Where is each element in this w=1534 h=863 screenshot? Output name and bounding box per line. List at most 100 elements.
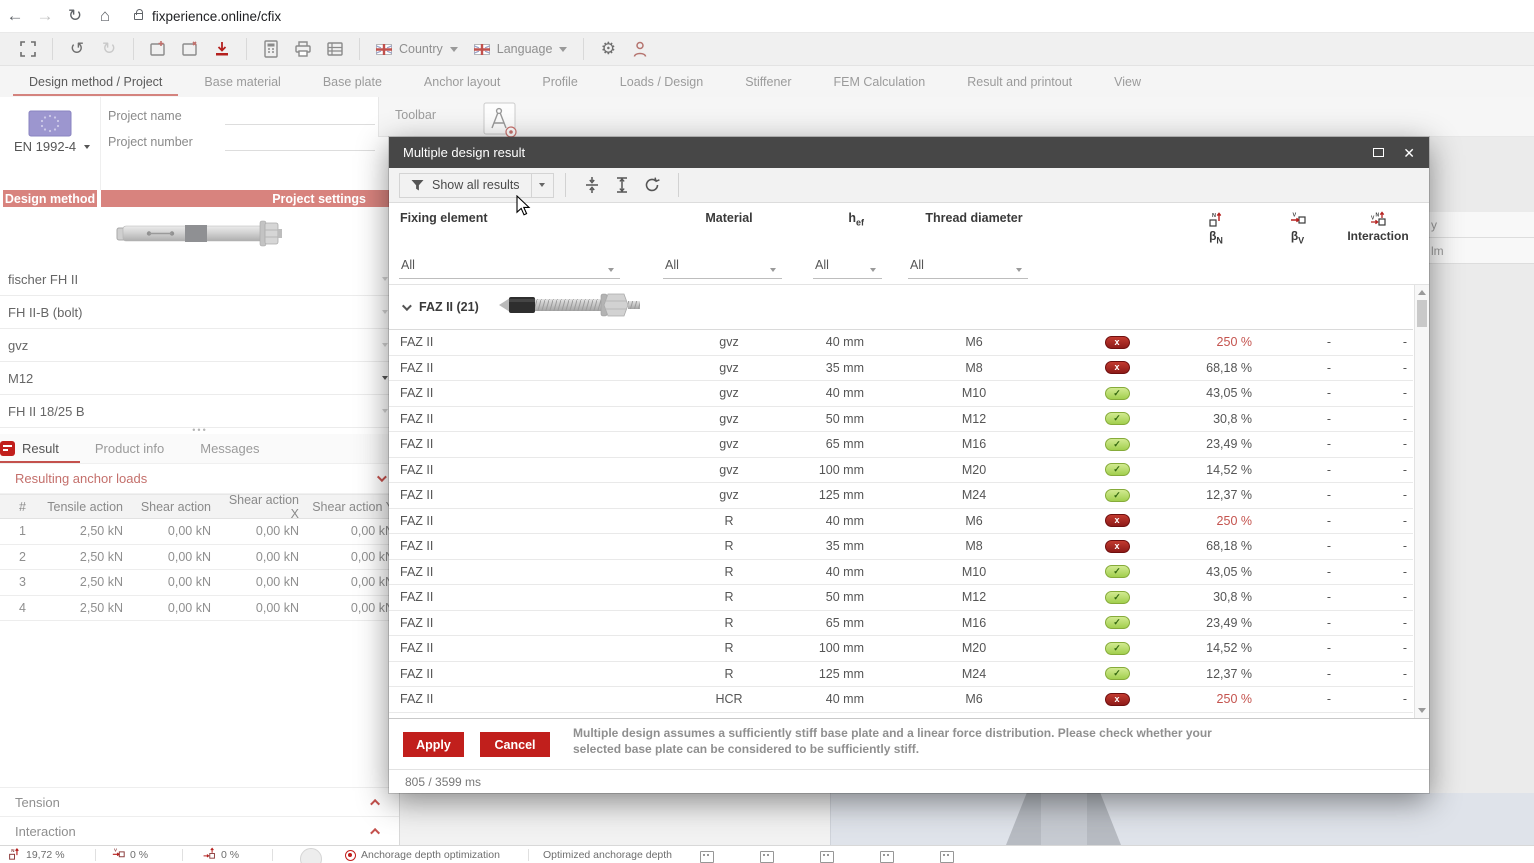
calculator-icon[interactable] [255, 36, 287, 62]
loads-row[interactable]: 3 2,50 kN 0,00 kN 0,00 kN 0,00 kN [0, 570, 399, 596]
optimized-depth-option[interactable]: Optimized anchorage depth [543, 846, 672, 863]
section-interaction[interactable]: Interaction [0, 816, 399, 845]
maximize-icon[interactable] [1373, 148, 1385, 157]
table-header: Fixing element Material hef Thread diame… [389, 203, 1429, 285]
selector-fh-ii-b-bolt[interactable]: FH II-B (bolt) [0, 296, 399, 329]
loads-row[interactable]: 4 2,50 kN 0,00 kN 0,00 kN 0,00 kN [0, 596, 399, 621]
filter-dropdown-button[interactable] [531, 172, 554, 198]
col-beta-n[interactable]: N βN [1180, 211, 1252, 245]
close-icon[interactable]: ✕ [1403, 146, 1415, 160]
show-all-results-button[interactable]: Show all results [399, 172, 532, 198]
layout-panel-icon[interactable] [940, 851, 954, 863]
project-number-input[interactable] [225, 131, 375, 151]
selector-gvz[interactable]: gvz [0, 329, 399, 362]
table-row[interactable]: FAZ II gvz 65 mm M16 ✓ 23,49 % - - [389, 432, 1413, 458]
language-select[interactable]: Language [466, 36, 576, 62]
collapse-rows-icon[interactable] [577, 172, 607, 198]
pass-badge: ✓ [1104, 565, 1130, 579]
svg-text:N: N [1376, 213, 1380, 219]
table-row[interactable]: FAZ II gvz 40 mm M6 x 250 % - - [389, 330, 1413, 356]
refresh-icon[interactable] [637, 172, 667, 198]
table-row[interactable]: FAZ II gvz 35 mm M8 x 68,18 % - - [389, 356, 1413, 381]
selector-fh-ii-18-25-b[interactable]: FH II 18/25 B [0, 395, 399, 428]
table-row[interactable]: FAZ II gvz 125 mm M24 ✓ 12,37 % - - [389, 483, 1413, 509]
tab-base-material[interactable]: Base material [183, 66, 301, 97]
tab-view[interactable]: View [1093, 66, 1162, 97]
tab-base-plate[interactable]: Base plate [302, 66, 403, 97]
forward-icon[interactable]: → [30, 6, 60, 26]
new-project-icon[interactable] [142, 36, 174, 62]
tab-fem-calculation[interactable]: FEM Calculation [813, 66, 947, 97]
cell-hef: 40 mm [825, 692, 864, 707]
vertical-scrollbar[interactable] [1414, 285, 1429, 718]
col-hef[interactable]: hef [799, 211, 894, 245]
fullscreen-icon[interactable] [12, 36, 44, 62]
filter-dropdown-3[interactable]: All [908, 253, 1028, 279]
table-row[interactable]: FAZ II HCR 40 mm M6 x 250 % - - [389, 687, 1413, 713]
scrollbar-thumb [1417, 300, 1427, 327]
section-tension[interactable]: Tension [0, 787, 399, 816]
back-icon[interactable]: ← [0, 6, 30, 26]
home-icon[interactable]: ⌂ [90, 6, 120, 26]
loads-header-row: # Tensile action Shear action Shear action … [0, 493, 399, 521]
tab-design-method-project[interactable]: Design method / Project [8, 66, 183, 97]
selector-m12[interactable]: M12 [0, 362, 399, 395]
table-row[interactable]: FAZ II R 100 mm M20 ✓ 14,52 % - - [389, 636, 1413, 662]
col-beta-v[interactable]: V βV [1252, 211, 1343, 245]
reload-icon[interactable]: ↻ [60, 6, 90, 26]
tab-anchor-layout[interactable]: Anchor layout [403, 66, 521, 97]
table-row[interactable]: FAZ II R 50 mm M12 ✓ 30,8 % - - [389, 585, 1413, 611]
undo-icon[interactable]: ↺ [61, 36, 93, 62]
filter-dropdown-0[interactable]: All [399, 253, 620, 279]
filter-dropdown-2[interactable]: All [813, 253, 882, 279]
table-row[interactable]: FAZ II R 40 mm M10 ✓ 43,05 % - - [389, 560, 1413, 585]
loads-row[interactable]: 2 2,50 kN 0,00 kN 0,00 kN 0,00 kN [0, 545, 399, 570]
optimization-toggle[interactable] [300, 848, 322, 863]
save-icon[interactable] [206, 36, 238, 62]
loads-row[interactable]: 1 2,50 kN 0,00 kN 0,00 kN 0,00 kN [0, 519, 399, 545]
splitter-handle[interactable]: ••• [0, 426, 399, 435]
tab-stiffener[interactable]: Stiffener [724, 66, 812, 97]
project-name-input[interactable] [225, 105, 375, 125]
address-bar[interactable]: fixperience.online/cfix [134, 8, 281, 24]
layout-panel-icon[interactable] [760, 851, 774, 863]
col-material[interactable]: Material [659, 211, 799, 245]
eu-flag-icon [28, 110, 72, 142]
group-header-row[interactable]: FAZ II (21) [389, 285, 1413, 330]
table-row[interactable]: FAZ II R 40 mm M6 x 250 % - - [389, 509, 1413, 534]
design-code-select[interactable]: EN 1992-4 [14, 139, 91, 154]
col-interaction[interactable]: NV Interaction [1343, 211, 1413, 243]
resulting-anchor-loads-header[interactable]: Resulting anchor loads [0, 464, 399, 494]
filter-dropdown-1[interactable]: All [663, 253, 782, 279]
open-project-icon[interactable] [174, 36, 206, 62]
layout-panel-icon[interactable] [820, 851, 834, 863]
layout-panel-icon[interactable] [700, 851, 714, 863]
table-row[interactable]: FAZ II gvz 100 mm M20 ✓ 14,52 % - - [389, 458, 1413, 483]
cancel-button[interactable]: Cancel [480, 732, 550, 757]
tab-profile[interactable]: Profile [521, 66, 598, 97]
row-height-icon[interactable] [607, 172, 637, 198]
table-row[interactable]: FAZ II R 65 mm M16 ✓ 23,49 % - - [389, 611, 1413, 636]
redo-icon[interactable]: ↻ [93, 36, 125, 62]
svg-text:V: V [1371, 216, 1375, 222]
tab-result[interactable]: Result [0, 441, 59, 456]
model-3d-fragment [1006, 793, 1121, 845]
user-icon[interactable] [624, 36, 656, 62]
report-icon[interactable] [319, 36, 351, 62]
printer-icon[interactable] [287, 36, 319, 62]
tab-result-and-printout[interactable]: Result and printout [946, 66, 1093, 97]
col-thread-diameter[interactable]: Thread diameter [894, 211, 1054, 245]
layout-panel-icon[interactable] [880, 851, 894, 863]
tab-loads-design[interactable]: Loads / Design [599, 66, 724, 97]
country-select[interactable]: Country [368, 36, 466, 62]
selector-fischer-fh-ii[interactable]: fischer FH II [0, 263, 399, 296]
tab-messages[interactable]: Messages [200, 441, 259, 456]
tab-product-info[interactable]: Product info [95, 441, 164, 456]
table-row[interactable]: FAZ II gvz 50 mm M12 ✓ 30,8 % - - [389, 407, 1413, 432]
table-row[interactable]: FAZ II R 125 mm M24 ✓ 12,37 % - - [389, 662, 1413, 687]
table-row[interactable]: FAZ II gvz 40 mm M10 ✓ 43,05 % - - [389, 381, 1413, 407]
apply-button[interactable]: Apply [403, 732, 464, 757]
table-row[interactable]: FAZ II R 35 mm M8 x 68,18 % - - [389, 534, 1413, 560]
anchorage-optimization-option[interactable]: Anchorage depth optimization [345, 846, 500, 863]
settings-gear-icon[interactable]: ⚙ [592, 36, 624, 62]
